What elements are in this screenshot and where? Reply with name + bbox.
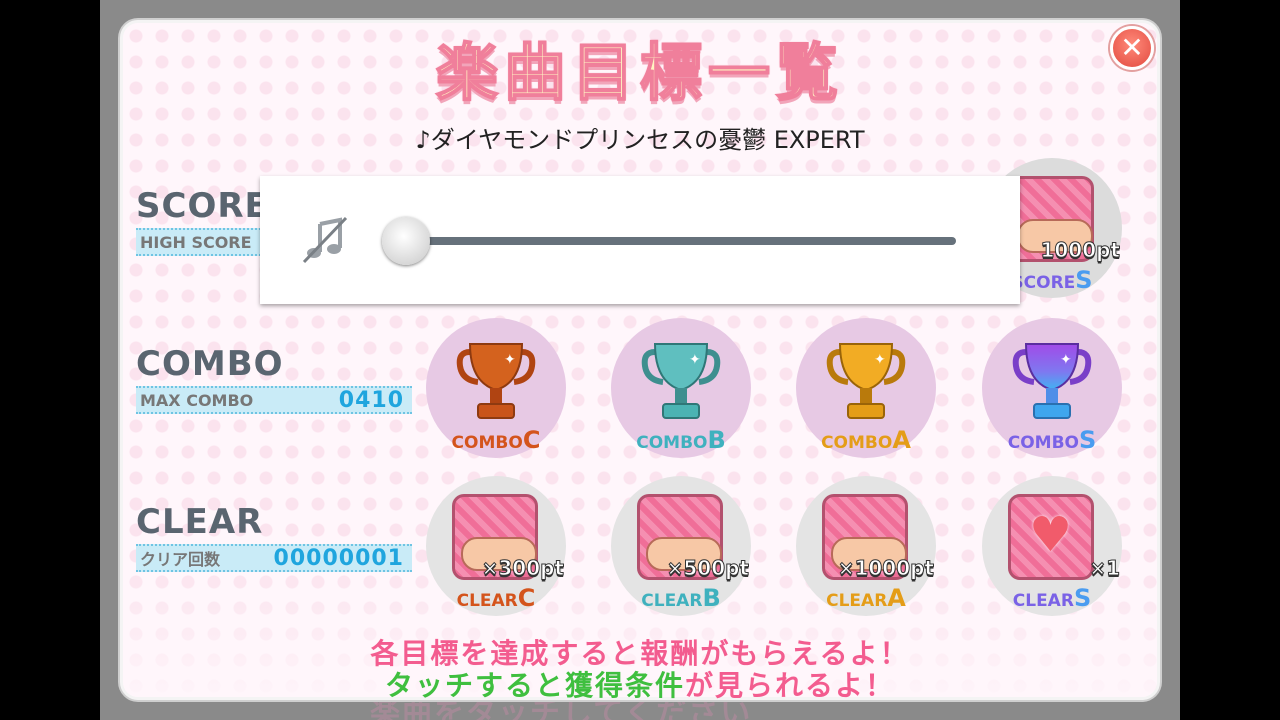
combo-heading: COMBO — [136, 344, 284, 384]
svg-text:✦: ✦ — [874, 352, 886, 368]
goal-reward: ×500pt — [666, 556, 749, 581]
trophy-silver-icon: ✦ — [641, 343, 721, 419]
max-combo-value: 0410 — [338, 387, 404, 413]
svg-text:✦: ✦ — [504, 352, 516, 368]
goal-clear-c[interactable]: ×300pt CLEARC — [426, 476, 566, 616]
clear-heading: CLEAR — [136, 502, 264, 542]
goal-clear-s[interactable]: ♥ ×1 CLEARS — [982, 476, 1122, 616]
clear-count-bar: クリア回数 00000001 — [136, 544, 412, 572]
goal-combo-a[interactable]: ✦ COMBOA — [796, 318, 936, 458]
close-button[interactable]: ✕ — [1110, 26, 1154, 70]
goal-clear-b[interactable]: ×500pt CLEARB — [611, 476, 751, 616]
goal-label: COMBOS — [1007, 426, 1097, 454]
svg-text:✦: ✦ — [689, 352, 701, 368]
goal-combo-s[interactable]: ✦ COMBOS — [982, 318, 1122, 458]
combo-row-label: COMBO MAX COMBO 0410 — [136, 344, 412, 414]
svg-text:✦: ✦ — [1060, 352, 1072, 368]
close-icon: ✕ — [1120, 31, 1144, 64]
clear-row-label: CLEAR クリア回数 00000001 — [136, 502, 412, 572]
goal-label: CLEARS — [1012, 584, 1092, 612]
trophy-gold-icon: ✦ — [826, 343, 906, 419]
volume-overlay — [260, 176, 1020, 304]
goal-label: COMBOA — [821, 426, 911, 454]
goal-label: COMBOC — [451, 426, 541, 454]
goal-label: CLEARC — [456, 584, 536, 612]
footer-highlight: タッチすると獲得条件 — [384, 669, 685, 702]
goal-label: COMBOB — [636, 426, 726, 454]
max-combo-label: MAX COMBO — [140, 390, 254, 410]
volume-slider-thumb[interactable] — [382, 217, 430, 265]
goal-combo-b[interactable]: ✦ COMBOB — [611, 318, 751, 458]
volume-slider-track[interactable] — [400, 237, 956, 245]
goal-clear-a[interactable]: ×1000pt CLEARA — [796, 476, 936, 616]
goal-label: CLEARA — [826, 584, 906, 612]
trophy-bronze-icon: ✦ — [456, 343, 536, 419]
heart-tile-icon: ♥ — [1008, 494, 1094, 580]
clear-count-label: クリア回数 — [140, 550, 221, 569]
goal-reward: ×1 — [1089, 556, 1121, 581]
trophy-rainbow-icon: ✦ — [1012, 343, 1092, 419]
page-title: 楽曲目標一覧 — [435, 35, 844, 110]
score-stat-label: HIGH SCORE — [140, 232, 252, 252]
footer-line-2: タッチすると獲得条件が見られるよ！ — [0, 664, 1280, 704]
clear-count-value: 00000001 — [273, 545, 404, 571]
goal-combo-c[interactable]: ✦ COMBOC — [426, 318, 566, 458]
goal-reward: ×1000pt — [837, 556, 934, 581]
goal-reward: ×300pt — [481, 556, 564, 581]
goal-label: CLEARB — [641, 584, 721, 612]
footer-rest: が見られるよ！ — [685, 669, 896, 702]
song-subtitle: ♪ダイヤモンドプリンセスの憂鬱 EXPERT — [415, 126, 865, 154]
max-combo-bar: MAX COMBO 0410 — [136, 386, 412, 414]
music-muted-icon[interactable] — [300, 214, 352, 266]
goal-reward: 1000pt — [1040, 238, 1121, 263]
